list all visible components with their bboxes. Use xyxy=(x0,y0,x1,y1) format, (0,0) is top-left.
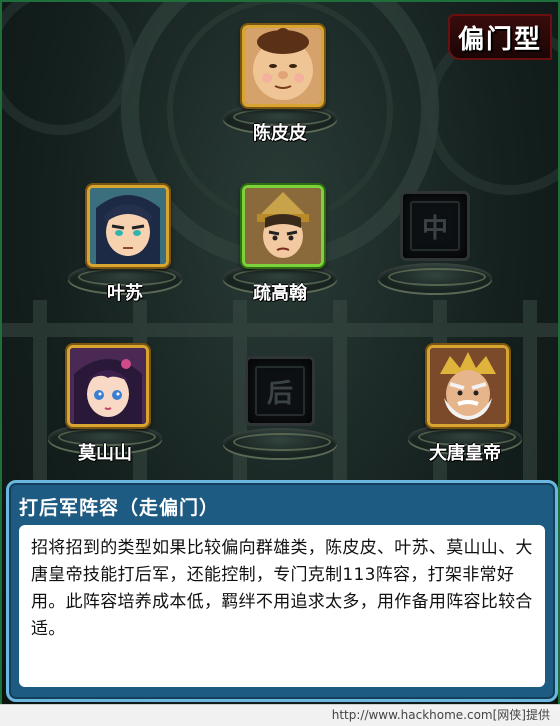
warrior-hero-avatar-icon xyxy=(245,188,321,264)
hero-slot-ye-su[interactable]: 叶苏 xyxy=(60,185,190,315)
info-body: 招将招到的类型如果比较偏向群雄类，陈皮皮、叶苏、莫山山、大唐皇帝技能打后军，还能… xyxy=(19,525,545,687)
category-tag: 偏门型 xyxy=(448,14,552,60)
game-screen: 偏门型 陈皮皮 叶苏 疏高翰 中 莫山山 后 大唐皇帝 打后军阵容（走偏门） 招… xyxy=(0,0,560,726)
empty-slot-frame: 后 xyxy=(245,356,315,426)
hero-portrait[interactable] xyxy=(67,345,149,427)
pedestal xyxy=(223,428,337,458)
hero-slot-chen-pipi[interactable]: 陈皮皮 xyxy=(215,25,345,155)
hero-portrait[interactable] xyxy=(242,25,324,107)
empty-slot-frame: 中 xyxy=(400,191,470,261)
empty-slot-middle[interactable]: 中 xyxy=(370,185,500,315)
hero-name: 莫山山 xyxy=(78,443,132,464)
hero-name: 叶苏 xyxy=(107,283,143,304)
formation-info-panel: 打后军阵容（走偏门） 招将招到的类型如果比较偏向群雄类，陈皮皮、叶苏、莫山山、大… xyxy=(6,480,558,702)
hero-name: 疏高翰 xyxy=(253,283,307,304)
hero-portrait[interactable] xyxy=(87,185,169,267)
hero-name: 大唐皇帝 xyxy=(429,443,501,464)
chubby-hero-avatar-icon xyxy=(245,28,321,104)
hero-name: 陈皮皮 xyxy=(253,123,307,144)
hero-portrait[interactable] xyxy=(427,345,509,427)
lady-hero-avatar-icon xyxy=(70,348,146,424)
empty-slot-label: 后 xyxy=(255,366,305,416)
emperor-hero-avatar-icon xyxy=(430,348,506,424)
info-description: 招将招到的类型如果比较偏向群雄类，陈皮皮、叶苏、莫山山、大唐皇帝技能打后军，还能… xyxy=(31,538,533,639)
empty-slot-rear[interactable]: 后 xyxy=(215,350,345,480)
swordsman-hero-avatar-icon xyxy=(90,188,166,264)
hero-portrait[interactable] xyxy=(242,185,324,267)
watermark-footer: http://www.hackhome.com[网侠]提供 xyxy=(0,704,560,726)
empty-slot-label: 中 xyxy=(410,201,460,251)
hero-slot-shu-gaohan[interactable]: 疏高翰 xyxy=(215,185,345,315)
pedestal xyxy=(378,263,492,293)
hero-slot-mo-shanshan[interactable]: 莫山山 xyxy=(40,345,170,475)
info-title: 打后军阵容（走偏门） xyxy=(19,497,220,519)
hero-slot-tang-emperor[interactable]: 大唐皇帝 xyxy=(400,345,530,475)
